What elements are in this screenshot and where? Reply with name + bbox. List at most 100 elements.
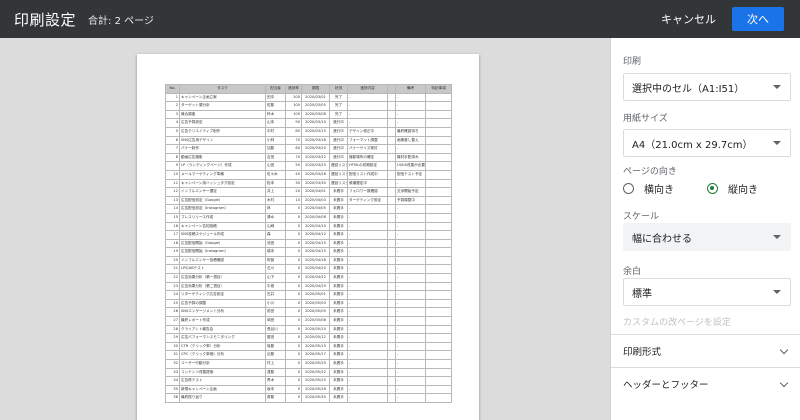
table-cell: 60 — [285, 144, 302, 154]
table-header-cell: 進捗内容 — [347, 84, 388, 94]
table-cell: 遅延リスク — [329, 161, 348, 171]
table-cell: ターゲティング設定 — [347, 195, 388, 206]
table-cell: 進行中 — [329, 135, 348, 146]
dropdown-arrow-icon — [773, 235, 781, 239]
table-cell — [425, 273, 452, 283]
paper-size-value: A4（21.0cm x 29.7cm） — [632, 139, 753, 151]
table-cell: - — [395, 324, 426, 335]
table-cell — [425, 290, 452, 300]
table-cell — [425, 221, 452, 232]
header-footer-section-toggle[interactable]: ヘッダーとフッター — [611, 367, 800, 400]
table-cell — [425, 367, 452, 378]
table-cell: 完了 — [329, 109, 348, 120]
paper-size-select[interactable]: A4（21.0cm x 29.7cm） — [623, 129, 791, 157]
table-cell — [387, 324, 396, 335]
table-cell: 阿部 — [265, 255, 286, 266]
table-cell: LPのABテスト — [179, 264, 266, 275]
table-row: 24 リターゲティング広告設定 石井 0 2020/05/01 未着手 - - — [165, 290, 452, 300]
table-cell: 進行中 — [329, 126, 348, 137]
table-cell: 0 — [285, 290, 302, 300]
table-row: 12 インフルエンサー選定 井上 20 2020/04/01 未着手 フォロワー数確認 交渉開… — [165, 187, 452, 197]
portrait-radio[interactable] — [707, 183, 718, 194]
table-cell: 石川 — [265, 264, 286, 275]
table-header-cell: No. — [165, 84, 180, 94]
table-cell — [425, 178, 452, 189]
table-header-cell: タスク — [179, 84, 266, 94]
table-cell: 未着手 — [329, 273, 348, 283]
table-cell: 鈴木 — [265, 109, 286, 120]
table-cell: 2020/04/29 — [301, 281, 330, 292]
table-cell: - — [347, 341, 388, 352]
table-row: 5 広告クリエイティブ制作 中村 80 2020/03/15 進行中 デザイン修正中 最終確認… — [165, 126, 452, 137]
table-cell — [387, 230, 396, 240]
table-cell: 佐々木 — [265, 169, 286, 180]
cancel-button[interactable]: キャンセル — [655, 5, 722, 33]
table-cell — [425, 281, 452, 292]
table-cell: 未着手 — [329, 350, 348, 360]
table-cell: 配信リスト作成中 — [347, 169, 388, 180]
table-cell: メールマーケティング準備 — [179, 169, 266, 180]
table-cell: - — [347, 307, 388, 318]
scale-select[interactable]: 幅に合わせる — [623, 223, 791, 251]
table-cell: プレスリリース作成 — [179, 212, 266, 223]
table-cell — [387, 135, 396, 146]
table-cell — [387, 264, 396, 275]
table-cell: 3 — [165, 109, 180, 120]
print-label: 印刷 — [623, 57, 642, 67]
table-cell: - — [347, 324, 388, 335]
orientation-portrait-option[interactable]: 縦向き — [707, 181, 758, 196]
table-cell: 0 — [285, 367, 302, 378]
table-cell: 広告効果分析（第二週目） — [179, 281, 266, 292]
table-header-cell: 状況 — [329, 84, 348, 94]
table-cell: 動画広告撮影 — [179, 152, 266, 163]
table-cell: 13 — [165, 195, 180, 206]
orientation-landscape-option[interactable]: 横向き — [623, 181, 674, 196]
table-cell: - — [395, 307, 426, 318]
margin-label: 余白 — [623, 267, 642, 277]
print-range-select[interactable]: 選択中のセル（A1:I51） — [623, 73, 791, 101]
table-cell: 2020/04/18 — [301, 255, 330, 266]
table-cell: 100 — [285, 101, 302, 111]
table-cell: 36 — [165, 393, 180, 403]
table-cell: 35 — [165, 384, 180, 395]
table-row: 26 SNSエンゲージメント分析 前田 0 2020/05/05 未着手 - - — [165, 307, 452, 318]
landscape-radio[interactable] — [623, 183, 634, 194]
table-cell: - — [347, 393, 388, 403]
table-cell: 遅延リスク — [329, 169, 348, 180]
table-cell: 広告パフォーマンスモニタリング — [179, 333, 266, 343]
table-cell: 100 — [285, 92, 302, 103]
format-section-toggle[interactable]: 印刷形式 — [611, 334, 800, 367]
table-cell: バナーサイズ検討 — [347, 144, 388, 154]
table-cell: 未着手 — [329, 221, 348, 232]
table-cell — [387, 187, 396, 197]
table-cell: 11 — [165, 178, 180, 189]
print-preview-area[interactable]: No. タスク 担当者 進捗率 期限 状況 進捗内容 備考 特記事項 1 キャンペーン企画立案 田中… — [0, 38, 610, 420]
table-cell: 山下 — [265, 273, 286, 283]
table-cell: 新規キャンペーン企画 — [179, 384, 266, 395]
table-cell: - — [395, 341, 426, 352]
table-cell: - — [347, 230, 388, 240]
settings-panel: 印刷 選択中のセル（A1:I51） 用紙サイズ A4（21.0cm x 29.7… — [610, 38, 800, 420]
table-cell: フォーマット調整 — [347, 135, 388, 146]
table-cell: 19 — [165, 247, 180, 257]
table-cell: 中村 — [265, 126, 286, 137]
table-cell: 2 — [165, 101, 180, 111]
table-cell — [425, 212, 452, 223]
table-cell: 0 — [285, 221, 302, 232]
table-cell: - — [395, 384, 426, 395]
table-cell: 小川 — [265, 298, 286, 309]
next-button[interactable]: 次へ — [732, 7, 784, 31]
table-header-cell: 備考 — [395, 84, 426, 94]
table-cell: 0 — [285, 376, 302, 386]
table-cell: 17 — [165, 230, 180, 240]
table-cell: - — [395, 255, 426, 266]
table-cell — [387, 101, 396, 111]
table-cell: 森 — [265, 230, 286, 240]
table-cell: CTR（クリック率）分析 — [179, 341, 266, 352]
table-cell: 10 — [285, 195, 302, 206]
table-cell: 広告効果分析（第一週目） — [179, 273, 266, 283]
margin-select[interactable]: 標準 — [623, 278, 791, 306]
table-cell: - — [395, 281, 426, 292]
table-cell — [425, 204, 452, 214]
table-cell: 未着手 — [329, 333, 348, 343]
